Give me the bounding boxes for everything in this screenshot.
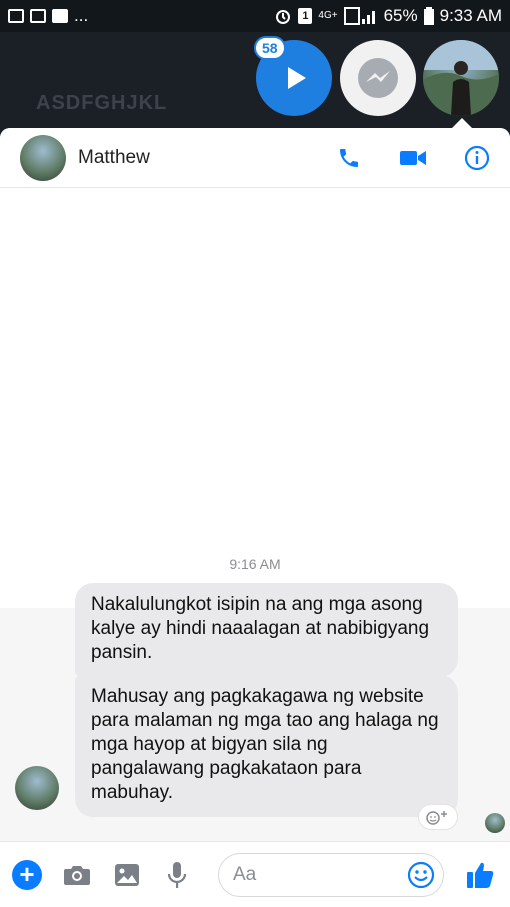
contact-name[interactable]: Matthew [78, 147, 150, 169]
message-timestamp: 9:16 AM [229, 556, 281, 572]
emoji-icon[interactable] [407, 861, 435, 889]
status-bar: ... 1 4G+ 65% 9:33 AM [0, 0, 510, 32]
react-icon [426, 811, 447, 825]
like-button[interactable] [464, 859, 496, 891]
microphone-icon [167, 861, 187, 888]
battery-percent: 65% [383, 6, 418, 25]
react-button[interactable] [418, 804, 458, 830]
phone-icon [340, 148, 358, 167]
image-icon [115, 863, 139, 886]
shop-icon [30, 9, 46, 23]
gallery-icon [8, 9, 24, 23]
info-button[interactable] [464, 145, 490, 171]
message-bubble[interactable]: Mahusay ang pagkakagawa ng website para … [75, 675, 458, 817]
wallpaper-text: ASDFGHJKL [36, 92, 168, 114]
more-actions-button[interactable]: + [12, 859, 42, 890]
plus-icon: + [12, 859, 42, 890]
status-more: ... [74, 6, 89, 25]
seen-indicator-avatar [485, 813, 505, 833]
message-input[interactable] [233, 863, 407, 886]
camera-button[interactable] [62, 860, 92, 890]
message-input-box[interactable] [218, 852, 444, 897]
play-icon [288, 67, 306, 89]
folder-icon [52, 9, 68, 23]
sender-avatar[interactable] [15, 766, 59, 810]
sim-slot: 1 [298, 8, 313, 24]
camera-icon [64, 865, 90, 885]
network-type: 4G+ [318, 10, 338, 21]
info-icon [464, 145, 490, 170]
video-icon [400, 150, 426, 165]
chat-header: Matthew [0, 128, 510, 188]
message-bubble[interactable]: Nakalulungkot isipin na ang mga asong ka… [75, 583, 458, 677]
message-composer: + [0, 841, 510, 907]
battery-icon [423, 7, 434, 25]
messenger-chat-head[interactable] [340, 40, 416, 116]
gallery-button[interactable] [112, 860, 142, 890]
signal-icon [343, 7, 375, 25]
person-silhouette [423, 40, 499, 116]
alarm-icon [276, 10, 291, 24]
chat-head-pointer [452, 118, 472, 128]
like-icon [467, 862, 494, 888]
message-area-blank [0, 188, 510, 608]
video-call-button[interactable] [400, 145, 426, 171]
clock: 9:33 AM [439, 6, 502, 25]
call-button[interactable] [336, 145, 362, 171]
chat-head-badge: 58 [254, 36, 286, 60]
contact-avatar[interactable] [20, 134, 66, 181]
chat-panel: Matthew 9:16 AM Nakalulungkot isipin na … [0, 128, 510, 907]
contact-chat-head[interactable] [423, 40, 499, 116]
messenger-icon [358, 58, 398, 98]
voice-button[interactable] [162, 860, 192, 890]
